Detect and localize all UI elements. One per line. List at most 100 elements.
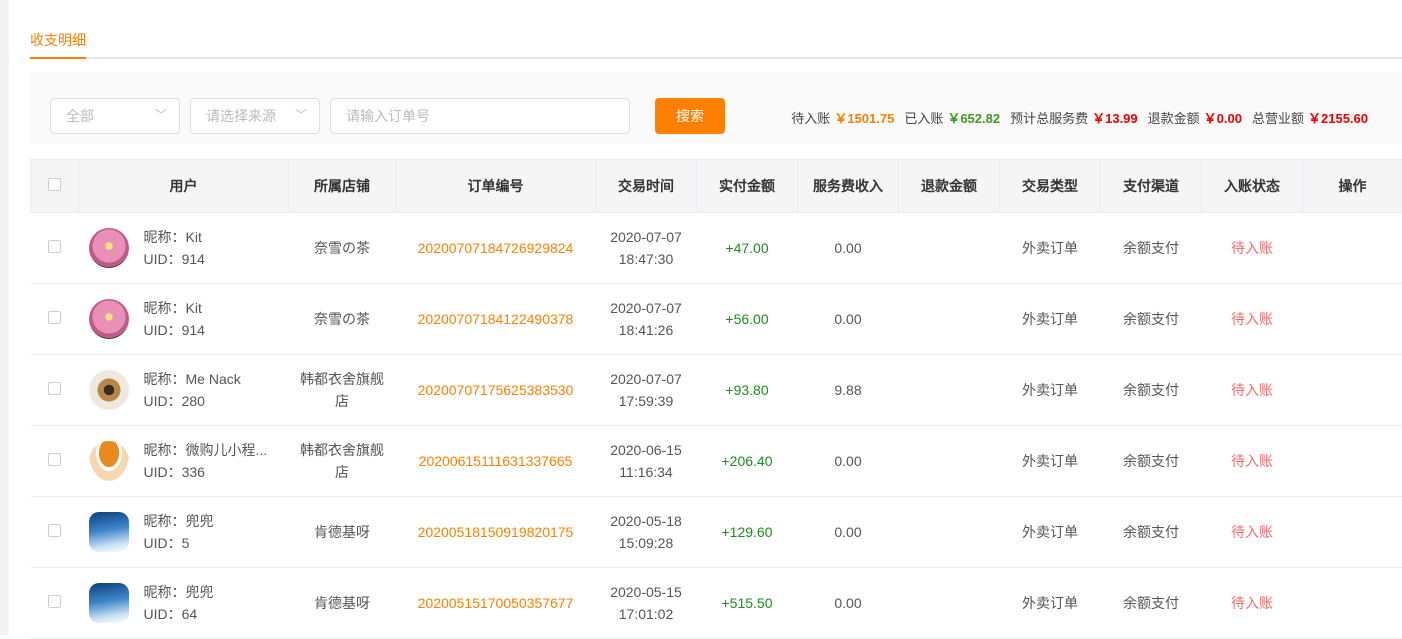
summary-label: 退款金额 [1148,111,1200,126]
order-number-link[interactable]: 20200515170050357677 [396,568,596,639]
search-button[interactable]: 搜索 [655,98,725,134]
actions-cell [1303,426,1402,497]
user-nickname: 昵称：Me Nack [144,368,241,390]
transactions-table: 用户所属店铺订单编号交易时间实付金额服务费收入退款金额交易类型支付渠道入账状态操… [30,159,1402,639]
transaction-clock: 15:09:28 [596,532,697,554]
header-select-all[interactable] [31,160,79,213]
store-name: 肯德基呀 [289,497,396,568]
settlement-status: 待入账 [1202,355,1303,426]
tab-income-expense-details[interactable]: 收支明细 [30,30,86,59]
avatar [89,441,129,481]
user-nickname: 昵称：Kit [144,226,205,248]
table-row: 昵称：KitUID：914 奈雪の茶 20200707184122490378 … [31,284,1402,355]
user-nickname: 昵称：微购儿小程... [144,439,268,461]
type-select[interactable]: 全部 ﹀ [50,98,180,134]
row-checkbox[interactable] [48,524,61,537]
user-uid: UID：5 [144,532,214,554]
column-header: 所属店铺 [289,160,396,213]
paid-amount: +206.40 [697,426,798,497]
user-uid: UID：336 [144,461,268,483]
actions-cell [1303,568,1402,639]
order-number-link[interactable]: 20200615111631337665 [396,426,596,497]
summary-label: 总营业额 [1252,111,1304,126]
row-select-cell [31,284,79,355]
summary-label: 已入账 [904,111,943,126]
user-uid: UID：914 [144,248,205,270]
source-select-placeholder: 请选择来源 [206,108,276,124]
order-number-placeholder: 请输入订单号 [346,108,430,124]
user-nickname: 昵称：Kit [144,297,205,319]
order-number-link[interactable]: 20200707184122490378 [396,284,596,355]
settlement-status: 待入账 [1202,426,1303,497]
column-header: 实付金额 [697,160,798,213]
paid-amount: +515.50 [697,568,798,639]
settlement-status: 待入账 [1202,568,1303,639]
avatar [89,299,129,339]
service-fee: 0.00 [798,568,899,639]
table-row: 昵称：微购儿小程...UID：336 韩都衣舍旗舰店 2020061511163… [31,426,1402,497]
avatar [89,583,129,623]
row-checkbox[interactable] [48,382,61,395]
source-select[interactable]: 请选择来源 ﹀ [190,98,320,134]
transaction-time: 2020-07-0717:59:39 [596,355,697,426]
avatar [89,512,129,552]
actions-cell [1303,284,1402,355]
column-header: 入账状态 [1202,160,1303,213]
summary-value: ￥2155.60 [1308,111,1368,126]
column-header: 交易类型 [1000,160,1101,213]
column-header: 交易时间 [596,160,697,213]
chevron-down-icon: ﹀ [155,98,167,132]
avatar [89,228,129,268]
transaction-type: 外卖订单 [1000,426,1101,497]
column-header: 支付渠道 [1101,160,1202,213]
order-number-input[interactable]: 请输入订单号 [330,98,630,134]
transaction-clock: 18:47:30 [596,248,697,270]
transaction-clock: 18:41:26 [596,319,697,341]
table-row: 昵称：KitUID：914 奈雪の茶 20200707184726929824 … [31,213,1402,284]
summary-value: ￥1501.75 [834,111,894,126]
user-nickname: 昵称：兜兜 [144,581,214,603]
refund-amount [899,284,1000,355]
order-number-link[interactable]: 20200518150919820175 [396,497,596,568]
user-uid: UID：280 [144,390,241,412]
user-cell: 昵称：兜兜UID：5 [79,497,289,568]
select-all-checkbox[interactable] [48,178,61,191]
column-header: 操作 [1303,160,1402,213]
user-cell: 昵称：KitUID：914 [79,213,289,284]
column-header: 服务费收入 [798,160,899,213]
transaction-time: 2020-05-1815:09:28 [596,497,697,568]
transaction-time: 2020-06-1511:16:34 [596,426,697,497]
order-number-link[interactable]: 20200707175625383530 [396,355,596,426]
summary-label: 待入账 [791,111,830,126]
transaction-clock: 17:59:39 [596,390,697,412]
filter-bar: 全部﹀ 请选择来源﹀ 请输入订单号 搜索 待入账￥1501.75已入账￥652.… [30,73,1402,143]
table-row: 昵称：兜兜UID：64 肯德基呀 20200515170050357677 20… [31,568,1402,639]
table-row: 昵称：兜兜UID：5 肯德基呀 20200518150919820175 202… [31,497,1402,568]
order-number-link[interactable]: 20200707184726929824 [396,213,596,284]
row-checkbox[interactable] [48,311,61,324]
column-header: 订单编号 [396,160,596,213]
chevron-down-icon: ﹀ [295,98,307,132]
service-fee: 9.88 [798,355,899,426]
refund-amount [899,213,1000,284]
transaction-type: 外卖订单 [1000,284,1101,355]
actions-cell [1303,497,1402,568]
transaction-type: 外卖订单 [1000,355,1101,426]
row-select-cell [31,426,79,497]
store-name: 韩都衣舍旗舰店 [289,426,396,497]
type-select-value: 全部 [66,108,94,124]
transaction-date: 2020-05-15 [596,581,697,603]
payment-channel: 余额支付 [1101,426,1202,497]
actions-cell [1303,213,1402,284]
refund-amount [899,426,1000,497]
row-checkbox[interactable] [48,240,61,253]
column-header: 退款金额 [899,160,1000,213]
refund-amount [899,497,1000,568]
row-select-cell [31,355,79,426]
user-nickname: 昵称：兜兜 [144,510,214,532]
row-checkbox[interactable] [48,453,61,466]
user-uid: UID：64 [144,603,214,625]
row-checkbox[interactable] [48,595,61,608]
transaction-date: 2020-05-18 [596,510,697,532]
paid-amount: +47.00 [697,213,798,284]
